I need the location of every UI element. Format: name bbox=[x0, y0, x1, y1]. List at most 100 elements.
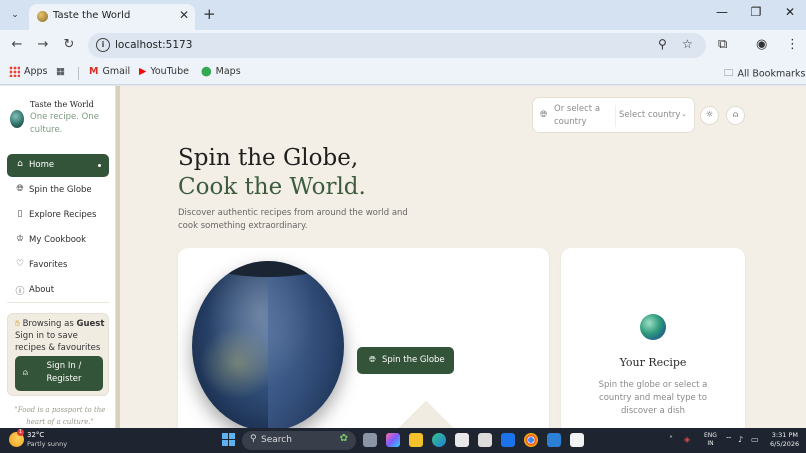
nav-home[interactable]: ⌂ Home bbox=[7, 154, 109, 177]
heart-icon: ♡ bbox=[15, 259, 25, 269]
recipe-card-title: Your Recipe bbox=[619, 356, 687, 369]
restore-icon[interactable]: ❐ bbox=[744, 5, 768, 19]
hero-title-line1: Spin the Globe, bbox=[178, 145, 359, 171]
nav-about[interactable]: ⓘ About bbox=[7, 279, 109, 302]
extensions-icon[interactable]: ⧉ bbox=[718, 37, 727, 52]
bookmark-gmail[interactable]: M Gmail bbox=[89, 66, 130, 77]
address-bar[interactable]: i localhost:5173 ⚲ ☆ bbox=[88, 33, 706, 58]
nav-favorites[interactable]: ♡ Favorites bbox=[7, 254, 109, 277]
chrome-icon[interactable] bbox=[524, 433, 538, 447]
battery-icon[interactable]: ▭ bbox=[751, 435, 759, 444]
folder-icon: 🗀 bbox=[724, 68, 734, 79]
zoom-icon[interactable]: ⚲ bbox=[658, 37, 667, 51]
forward-icon[interactable]: → bbox=[34, 37, 52, 52]
edge-icon[interactable] bbox=[432, 433, 446, 447]
globe-shading bbox=[268, 261, 344, 428]
search-icon: ⚲ bbox=[250, 434, 257, 444]
account-icon[interactable]: ⍝ bbox=[726, 106, 745, 125]
weather-temperature[interactable]: 32°C bbox=[27, 431, 44, 439]
spin-the-globe-button[interactable]: 🌐︎ Spin the Globe bbox=[357, 347, 454, 374]
hero-description: Discover authentic recipes from around t… bbox=[178, 208, 408, 231]
window-close-icon[interactable]: ✕ bbox=[778, 5, 802, 19]
globe-icon: 🌐︎ bbox=[16, 184, 24, 194]
nav-explore-recipes[interactable]: ▯ Explore Recipes bbox=[7, 204, 109, 227]
sidebar: Taste the World One recipe. One culture.… bbox=[0, 86, 116, 428]
maps-pin-icon: ⬤ bbox=[201, 66, 212, 77]
browser-menu-icon[interactable]: ⋮ bbox=[786, 37, 799, 52]
globe-top-cap bbox=[220, 261, 316, 277]
copilot-icon[interactable] bbox=[386, 433, 400, 447]
bookmark-maps[interactable]: ⬤ Maps bbox=[201, 66, 241, 77]
wave-hand-icon: ✋︎ bbox=[15, 319, 20, 329]
file-explorer-icon[interactable] bbox=[409, 433, 423, 447]
your-recipe-card: Your Recipe Spin the globe or select a c… bbox=[561, 248, 745, 428]
card-pointer-decoration bbox=[393, 400, 459, 428]
hero-title: Spin the Globe, Cook the World. bbox=[178, 144, 366, 202]
weather-condition[interactable]: Partly sunny bbox=[27, 440, 67, 448]
tab-search-chevron-icon[interactable]: ⌄ bbox=[6, 6, 24, 24]
globe-icon: 🌐︎ bbox=[369, 355, 376, 365]
browser-toolbar: ← → ↻ i localhost:5173 ⚲ ☆ ⧉ ◉ ⋮ bbox=[0, 30, 806, 61]
tab-groups-icon[interactable]: ▦ bbox=[56, 66, 65, 77]
new-tab-button[interactable]: + bbox=[203, 5, 216, 23]
bookmark-divider bbox=[78, 67, 79, 80]
weather-notification-badge: 1 bbox=[17, 429, 24, 436]
sidebar-scrollbar[interactable] bbox=[116, 86, 120, 428]
earth-globe-image[interactable] bbox=[192, 261, 344, 428]
volume-icon[interactable]: ♪ bbox=[738, 435, 743, 444]
wifi-icon[interactable]: ⌔ bbox=[725, 435, 733, 445]
chef-hat-icon: ♔ bbox=[15, 234, 25, 244]
brand-globe-icon bbox=[10, 110, 24, 128]
country-select[interactable]: Select country bbox=[619, 110, 680, 120]
browser-tab[interactable]: Taste the World ✕ bbox=[29, 4, 195, 30]
app-page: Taste the World One recipe. One culture.… bbox=[0, 86, 806, 428]
sidebar-divider bbox=[7, 302, 109, 303]
all-bookmarks[interactable]: 🗀 All Bookmarks bbox=[724, 66, 805, 82]
ai-app-icon[interactable] bbox=[570, 433, 584, 447]
chevron-down-icon[interactable]: ⌄ bbox=[681, 110, 687, 118]
bookmark-apps[interactable]: Apps bbox=[9, 66, 48, 77]
system-clock[interactable]: 3:31 PM 6/5/2026 bbox=[770, 431, 799, 449]
sign-in-register-button[interactable]: ⍝ Sign In / Register bbox=[15, 356, 103, 391]
guest-status: ✋︎ Browsing as Guest bbox=[15, 319, 105, 329]
globe-icon: 🌐︎ bbox=[540, 110, 548, 120]
security-alert-icon[interactable]: ◈ bbox=[684, 435, 690, 444]
language-indicator[interactable]: ENG IN bbox=[704, 432, 717, 448]
recipe-card-description: Spin the globe or select a country and m… bbox=[598, 380, 708, 416]
amazon-icon[interactable] bbox=[478, 433, 492, 447]
active-dot bbox=[98, 164, 101, 167]
apps-grid-icon bbox=[9, 66, 20, 77]
nav-spin-the-globe[interactable]: 🌐︎ Spin the Globe bbox=[7, 179, 109, 202]
guest-card: ✋︎ Browsing as Guest Sign in to save rec… bbox=[7, 313, 109, 396]
youtube-icon: ▶ bbox=[139, 66, 147, 77]
windows-start-icon[interactable] bbox=[222, 433, 235, 446]
browser-tab-bar: ⌄ Taste the World ✕ + — ❐ ✕ bbox=[0, 0, 806, 30]
earth-globe-icon bbox=[640, 314, 666, 340]
show-hidden-icons-chevron[interactable]: ˄ bbox=[669, 435, 673, 444]
minimize-icon[interactable]: — bbox=[710, 5, 734, 19]
taskbar-search[interactable]: ⚲ Search ✿ bbox=[242, 431, 356, 450]
home-icon: ⌂ bbox=[17, 159, 23, 169]
profile-icon[interactable]: ◉ bbox=[756, 37, 767, 52]
site-info-icon[interactable]: i bbox=[96, 38, 110, 52]
bookmark-star-icon[interactable]: ☆ bbox=[682, 37, 693, 51]
country-hint: Or select a country bbox=[554, 104, 601, 127]
gmail-icon: M bbox=[89, 66, 99, 77]
info-icon: ⓘ bbox=[15, 287, 25, 297]
task-view-icon[interactable] bbox=[363, 433, 377, 447]
globe-card: 🌐︎ Spin the Globe bbox=[178, 248, 549, 428]
nav-my-cookbook[interactable]: ♔ My Cookbook bbox=[7, 229, 109, 252]
theme-toggle-sun-icon[interactable]: ☼ bbox=[700, 106, 719, 125]
hero-title-line2: Cook the World. bbox=[178, 174, 366, 200]
tab-close-icon[interactable]: ✕ bbox=[179, 8, 189, 22]
url-text[interactable]: localhost:5173 bbox=[115, 39, 192, 51]
back-icon[interactable]: ← bbox=[8, 37, 26, 52]
microsoft-store-icon[interactable] bbox=[455, 433, 469, 447]
vscode-icon[interactable] bbox=[547, 433, 561, 447]
brand-tagline: One recipe. One culture. bbox=[30, 112, 99, 135]
bookmark-youtube[interactable]: ▶ YouTube bbox=[139, 66, 189, 77]
bookmarks-bar: Apps ▦ M Gmail ▶ YouTube ⬤ Maps 🗀 All Bookma… bbox=[0, 61, 806, 85]
reload-icon[interactable]: ↻ bbox=[60, 37, 78, 52]
search-highlight-plant-icon: ✿ bbox=[339, 433, 348, 444]
dropbox-icon[interactable] bbox=[501, 433, 515, 447]
